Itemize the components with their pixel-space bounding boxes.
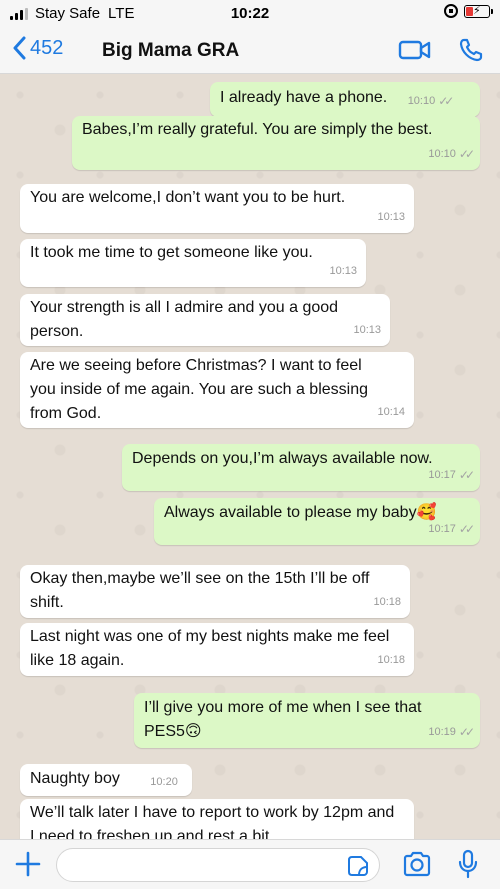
chat-header: 452 Big Mama GRA	[0, 28, 500, 74]
message-meta: 10:18	[373, 590, 401, 614]
message-bubble-out[interactable]: Always available to please my baby🥰 10:1…	[154, 498, 480, 545]
message-bubble-in[interactable]: Are we seeing before Christmas? I want t…	[20, 352, 414, 428]
chevron-left-icon	[13, 36, 26, 60]
read-ticks-icon: ✓✓	[438, 94, 454, 108]
message-bubble-in[interactable]: Your strength is all I admire and you a …	[20, 294, 390, 346]
message-text: It took me time to get someone like you.	[30, 244, 313, 261]
message-bubble-out[interactable]: I’ll give you more of me when I see that…	[134, 693, 480, 748]
message-time: 10:13	[377, 211, 405, 223]
message-meta: 10:13	[377, 205, 405, 229]
message-meta: 10:19 ✓✓	[428, 720, 475, 744]
microphone-icon[interactable]	[458, 849, 478, 879]
message-text: Depends on you,I’m always available now.	[132, 450, 433, 467]
message-text: We’ll talk later I have to report to wor…	[30, 804, 395, 839]
sticker-icon[interactable]	[347, 855, 369, 877]
message-text: Naughty boy	[30, 770, 120, 787]
message-text: You are welcome,I don’t want you to be h…	[30, 189, 346, 206]
battery-icon: ⚡	[464, 4, 493, 18]
rotation-lock-icon	[444, 4, 458, 18]
message-text: Last night was one of my best nights mak…	[30, 628, 390, 669]
back-count: 452	[30, 36, 64, 59]
message-meta: 10:17 ✓✓	[428, 517, 475, 541]
back-button[interactable]: 452	[12, 36, 63, 60]
message-text: Always available to please my baby🥰	[164, 504, 437, 521]
message-input[interactable]	[56, 848, 380, 882]
message-meta: 10:17 ✓✓	[428, 463, 475, 487]
message-time: 10:19	[428, 726, 456, 738]
message-time: 10:13	[353, 324, 381, 336]
message-time: 10:17	[428, 469, 456, 481]
read-ticks-icon: ✓✓	[458, 468, 475, 482]
message-meta: 10:10 ✓✓	[407, 89, 455, 113]
message-time: 10:20	[150, 776, 178, 788]
message-meta: 10:13	[353, 318, 381, 342]
message-bubble-out[interactable]: Depends on you,I’m always available now.…	[122, 444, 480, 491]
chat-thread[interactable]: I already have a phone. 10:10 ✓✓ Babes,I’…	[0, 75, 500, 839]
message-bubble-in[interactable]: Naughty boy 10:20	[20, 764, 192, 796]
status-time: 10:22	[230, 5, 270, 22]
message-bubble-in[interactable]: It took me time to get someone like you.…	[20, 239, 366, 287]
video-camera-icon[interactable]	[398, 38, 432, 62]
status-bar: Stay Safe LTE 10:22 ⚡	[0, 0, 500, 28]
message-bubble-in[interactable]: Last night was one of my best nights mak…	[20, 623, 414, 676]
message-meta: 10:18	[377, 648, 405, 672]
read-ticks-icon: ✓✓	[458, 725, 475, 739]
status-right: ⚡	[444, 4, 493, 18]
plus-icon[interactable]	[14, 850, 42, 878]
message-meta: 10:10 ✓✓	[428, 142, 475, 166]
message-bubble-out[interactable]: I already have a phone. 10:10 ✓✓	[210, 82, 480, 117]
read-ticks-icon: ✓✓	[458, 147, 475, 161]
message-text: I already have a phone.	[220, 89, 388, 106]
message-bubble-in[interactable]: We’ll talk later I have to report to wor…	[20, 799, 414, 839]
message-meta: 10:20	[150, 770, 178, 794]
message-meta: 10:13	[329, 259, 357, 283]
message-text: Okay then,maybe we’ll see on the 15th I’…	[30, 570, 370, 611]
message-time: 10:18	[377, 654, 405, 666]
message-time: 10:13	[329, 265, 357, 277]
message-time: 10:10	[407, 95, 436, 107]
message-time: 10:18	[373, 596, 401, 608]
message-text: Babes,I’m really grateful. You are simpl…	[82, 121, 433, 138]
compose-bar	[0, 839, 500, 889]
contact-name[interactable]: Big Mama GRA	[102, 40, 239, 62]
message-text: I’ll give you more of me when I see that…	[144, 699, 422, 740]
message-bubble-in[interactable]: You are welcome,I don’t want you to be h…	[20, 184, 414, 233]
message-text: Your strength is all I admire and you a …	[30, 299, 339, 340]
message-bubble-out[interactable]: Babes,I’m really grateful. You are simpl…	[72, 116, 480, 170]
read-ticks-icon: ✓✓	[458, 522, 475, 536]
message-time: 10:17	[428, 523, 456, 535]
message-bubble-in[interactable]: Okay then,maybe we’ll see on the 15th I’…	[20, 565, 410, 618]
message-meta: 10:14	[377, 400, 405, 424]
message-time: 10:14	[377, 406, 405, 418]
header-actions	[398, 37, 484, 63]
phone-icon[interactable]	[458, 37, 484, 63]
camera-icon[interactable]	[402, 851, 432, 877]
message-text: Are we seeing before Christmas? I want t…	[30, 357, 369, 422]
message-time: 10:10	[428, 148, 456, 160]
